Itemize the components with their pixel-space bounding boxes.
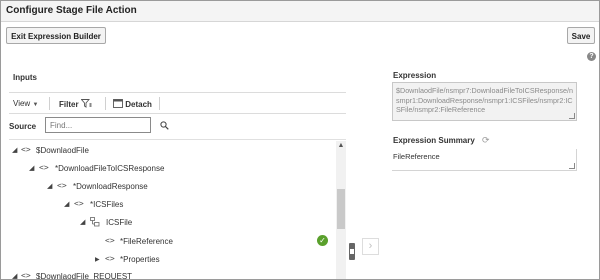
exit-expression-builder-button[interactable]: Exit Expression Builder	[6, 27, 106, 44]
tree-node-label: *DownloadFileToICSResponse	[55, 164, 165, 173]
tree-node-selected[interactable]: <> *FileReference	[9, 233, 335, 249]
scrollbar-thumb[interactable]	[337, 189, 345, 229]
repeating-element-icon	[90, 217, 100, 227]
inputs-heading: Inputs	[13, 73, 37, 82]
inputs-toolbar: View ▼ Filter Detach	[9, 92, 346, 114]
toolbar-divider	[49, 97, 50, 110]
dialog-title: Configure Stage File Action	[6, 5, 137, 16]
element-icon: <>	[105, 236, 115, 245]
expand-triangle-icon[interactable]: ◢	[12, 272, 17, 279]
expand-triangle-icon[interactable]: ◢	[47, 182, 52, 190]
help-icon[interactable]: ?	[587, 52, 596, 61]
expand-triangle-icon[interactable]: ◢	[12, 146, 17, 154]
tree-node-label: *ICSFiles	[90, 200, 124, 209]
filter-label: Filter	[59, 100, 79, 109]
tree-node-label: ICSFile	[106, 218, 133, 227]
tree-node[interactable]: ◢ <> *ICSFiles	[9, 196, 335, 212]
tree-node-label: *DownloadResponse	[73, 182, 148, 191]
expression-summary-heading: Expression Summary	[393, 136, 475, 145]
expression-heading: Expression	[393, 71, 437, 80]
expression-summary-textarea[interactable]: FileReference	[392, 149, 577, 171]
tree-scrollbar[interactable]: ▲	[336, 141, 346, 279]
dialog-frame: Configure Stage File Action Exit Express…	[0, 0, 600, 280]
element-icon: <>	[74, 199, 84, 208]
tree-node[interactable]: ◢ <> $DownlaodFile_REQUEST	[9, 268, 335, 280]
chevron-down-icon: ▼	[32, 102, 39, 108]
source-tree: ◢ <> $DownlaodFile ◢ <> *DownloadFileToI…	[9, 141, 335, 280]
scroll-up-arrow-icon[interactable]: ▲	[336, 142, 346, 151]
tree-node[interactable]: ◢ <> *DownloadResponse	[9, 178, 335, 194]
chevron-right-icon[interactable]: ›	[362, 238, 379, 255]
tree-node-label: *FileReference	[120, 237, 173, 246]
toolbar-divider	[105, 97, 106, 110]
element-icon: <>	[21, 145, 31, 154]
filter-icon	[80, 99, 92, 108]
tree-node-label: $DownlaodFile_REQUEST	[36, 272, 133, 280]
element-icon: <>	[57, 181, 67, 190]
detach-label: Detach	[125, 100, 152, 109]
refresh-icon[interactable]: ⟳	[482, 135, 490, 146]
element-icon: <>	[105, 254, 115, 263]
element-icon: <>	[21, 271, 31, 280]
resize-handle-icon[interactable]	[569, 163, 575, 169]
filter-button[interactable]: Filter	[59, 99, 92, 109]
resize-handle-icon[interactable]	[569, 113, 575, 119]
title-bar: Configure Stage File Action	[1, 1, 599, 22]
tree-node[interactable]: ◢ ICSFile	[9, 214, 335, 230]
expand-triangle-icon[interactable]: ◢	[64, 200, 69, 208]
detach-icon	[113, 99, 123, 108]
tree-node-label: *Properties	[120, 255, 160, 264]
tree-node[interactable]: ◢ <> *DownloadFileToICSResponse	[9, 160, 335, 176]
collapsed-triangle-icon[interactable]: ▶	[95, 256, 100, 263]
expression-textarea[interactable]: $DownlaodFile/nsmpr7:DownloadFileToICSRe…	[392, 82, 577, 121]
source-label: Source	[9, 122, 37, 131]
tree-node[interactable]: ▶ <> *Properties	[9, 251, 335, 267]
panel-collapse-handle[interactable]	[349, 243, 355, 260]
expression-summary-value: FileReference	[393, 152, 440, 161]
tree-node[interactable]: ◢ <> $DownlaodFile	[9, 142, 335, 158]
toolbar-divider	[159, 97, 160, 110]
view-menu[interactable]: View ▼	[13, 99, 38, 108]
tree-node-label: $DownlaodFile	[36, 146, 89, 155]
tree-divider	[9, 139, 346, 140]
detach-button[interactable]: Detach	[113, 99, 152, 109]
check-circle-icon: ✓	[317, 235, 328, 246]
expand-triangle-icon[interactable]: ◢	[80, 218, 85, 226]
expand-triangle-icon[interactable]: ◢	[29, 164, 34, 172]
view-label: View	[13, 99, 31, 108]
expression-value: $DownlaodFile/nsmpr7:DownloadFileToICSRe…	[396, 86, 573, 114]
search-icon[interactable]	[160, 121, 169, 130]
save-button[interactable]: Save	[567, 27, 595, 44]
element-icon: <>	[39, 163, 49, 172]
find-input[interactable]	[45, 117, 151, 133]
